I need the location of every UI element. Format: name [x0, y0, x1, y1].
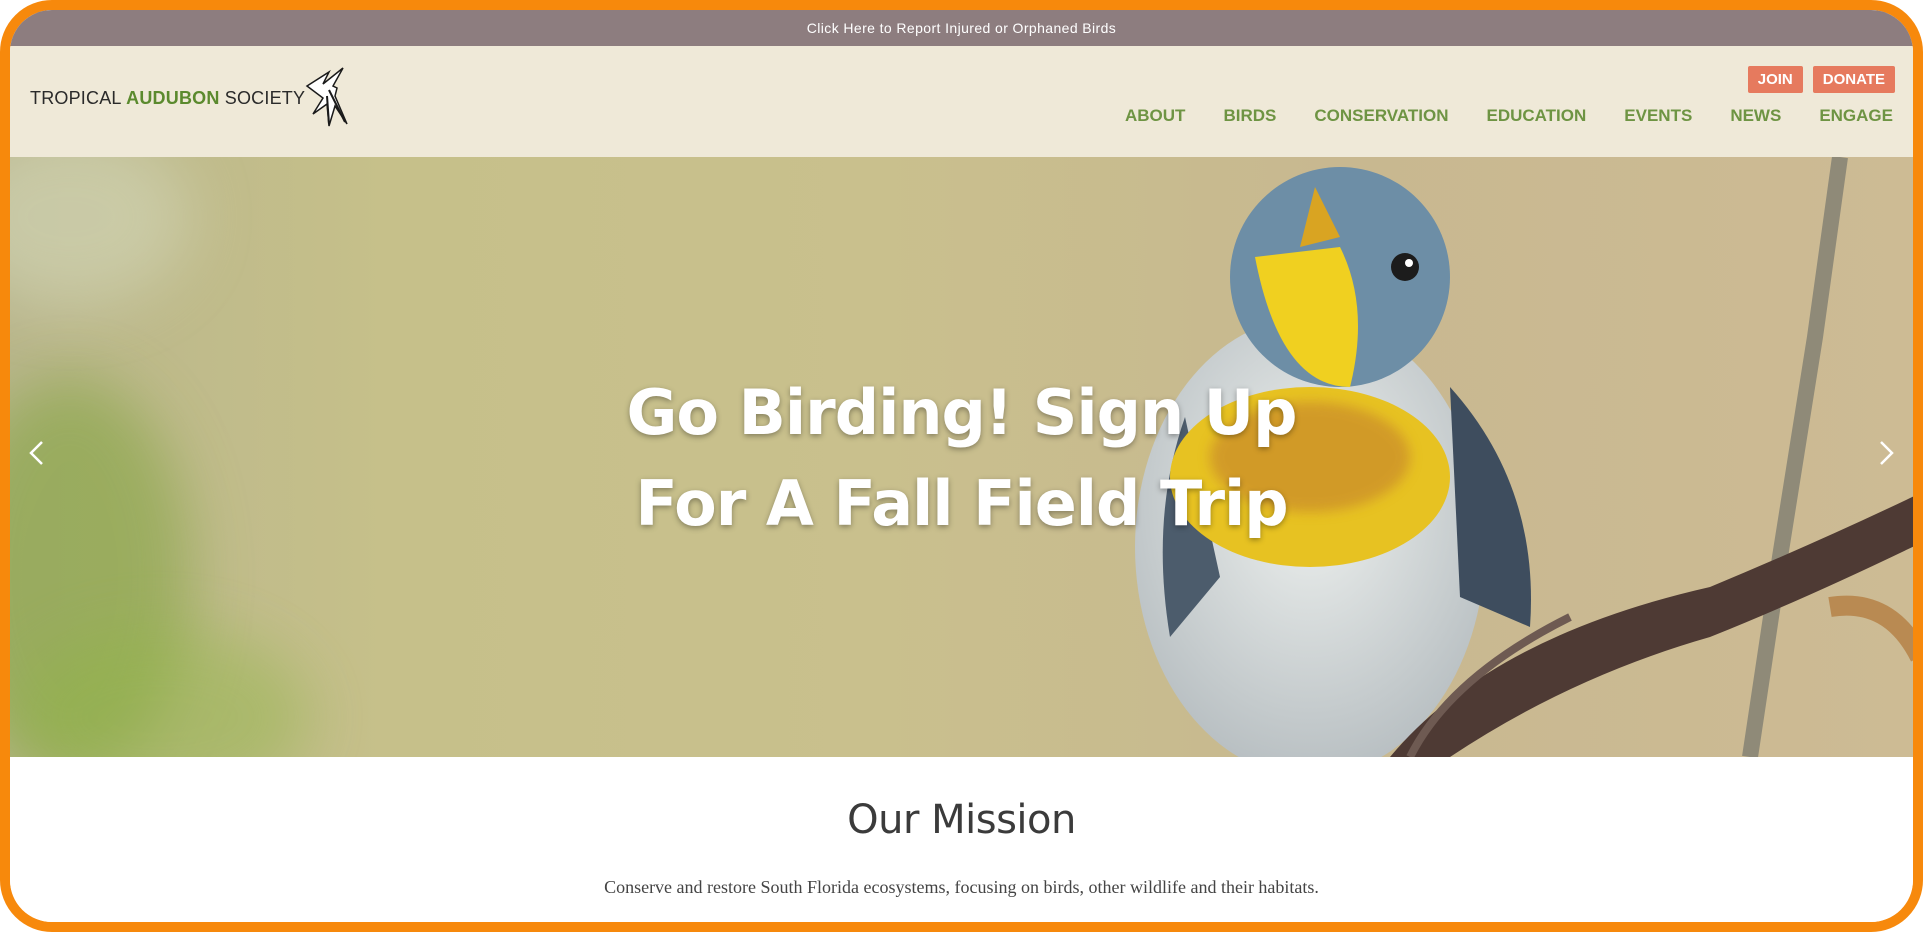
join-button[interactable]: JOIN [1747, 66, 1803, 93]
nav-education[interactable]: EDUCATION [1486, 106, 1586, 126]
report-injured-birds-link[interactable]: Click Here to Report Injured or Orphaned… [807, 20, 1116, 36]
utility-buttons: JOIN DONATE [1747, 66, 1895, 93]
logo-word-audubon: AUDUBON [126, 87, 220, 108]
mission-title: Our Mission [847, 797, 1076, 843]
logo-word-tropical: TROPICAL [30, 87, 121, 108]
hero-slider: Go Birding! Sign Up For A Fall Field Tri… [10, 157, 1913, 757]
site-logo[interactable]: TROPICAL AUDUBON SOCIETY [30, 67, 353, 128]
browser-frame: Click Here to Report Injured or Orphaned… [0, 0, 1923, 932]
nav-about[interactable]: ABOUT [1125, 106, 1185, 126]
mission-text: Conserve and restore South Florida ecosy… [604, 877, 1319, 897]
nav-birds[interactable]: BIRDS [1223, 106, 1276, 126]
chevron-left-icon[interactable] [22, 438, 52, 468]
nav-conservation[interactable]: CONSERVATION [1314, 106, 1448, 126]
hero-headline-line2: For A Fall Field Trip [635, 467, 1288, 540]
report-bar: Click Here to Report Injured or Orphaned… [10, 10, 1913, 46]
site-header: TROPICAL AUDUBON SOCIETY JOIN DONATE ABO… [10, 46, 1913, 157]
main-nav: ABOUT BIRDS CONSERVATION EDUCATION EVENT… [1125, 106, 1893, 126]
hero-headline[interactable]: Go Birding! Sign Up For A Fall Field Tri… [10, 367, 1913, 549]
hero-headline-line1: Go Birding! Sign Up [626, 376, 1298, 449]
chevron-right-icon[interactable] [1871, 438, 1901, 468]
logo-word-society: SOCIETY [224, 87, 306, 108]
swallow-bird-icon [305, 67, 348, 127]
donate-button[interactable]: DONATE [1812, 66, 1895, 93]
nav-engage[interactable]: ENGAGE [1819, 106, 1893, 126]
nav-events[interactable]: EVENTS [1624, 106, 1692, 126]
mission-section: Our Mission Conserve and restore South F… [10, 757, 1913, 922]
nav-news[interactable]: NEWS [1730, 106, 1781, 126]
logo-text: TROPICAL AUDUBON SOCIETY [30, 88, 305, 109]
